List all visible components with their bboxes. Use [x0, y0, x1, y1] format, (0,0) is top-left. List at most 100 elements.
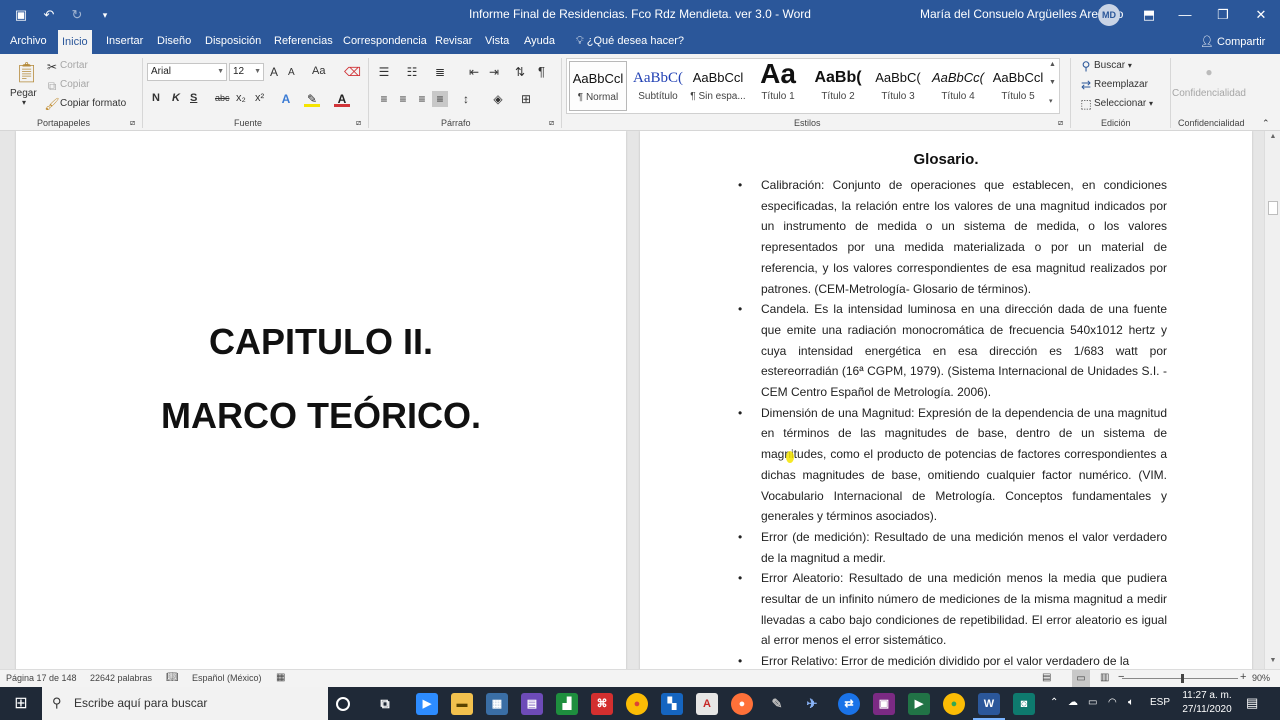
- save-icon[interactable]: ▣: [10, 4, 32, 26]
- clock[interactable]: 11:27 a. m. 27/11/2020: [1176, 689, 1238, 717]
- select-button[interactable]: Seleccionar ▾: [1094, 98, 1153, 109]
- subscript-button[interactable]: x₂: [236, 92, 246, 104]
- grow-font-button[interactable]: A: [270, 65, 278, 79]
- style-heading-3[interactable]: AaBbC(Título 3: [869, 61, 927, 111]
- word-icon[interactable]: W: [978, 693, 1000, 715]
- tab-disposicion[interactable]: Disposición: [201, 30, 265, 54]
- tab-ayuda[interactable]: Ayuda: [520, 30, 559, 54]
- app-icon[interactable]: ▣: [873, 693, 895, 715]
- acrobat-reader-icon[interactable]: A: [696, 693, 718, 715]
- multilevel-list-icon[interactable]: ≣: [432, 64, 448, 80]
- network-icon[interactable]: ◠: [1108, 697, 1117, 708]
- vertical-scrollbar[interactable]: ▲ ▼: [1264, 131, 1280, 669]
- print-layout-icon[interactable]: ▭: [1072, 670, 1090, 687]
- change-case-button[interactable]: Aa: [312, 65, 325, 77]
- zoom-out-button[interactable]: −: [1118, 671, 1124, 683]
- taskbar-search[interactable]: ⚲ Escribe aquí para buscar: [42, 687, 328, 720]
- sort-icon[interactable]: ⇅: [512, 64, 528, 80]
- zoom-app-icon[interactable]: ▶: [416, 693, 438, 715]
- proofing-icon[interactable]: 📖︎: [166, 672, 179, 683]
- onedrive-icon[interactable]: ☁: [1068, 697, 1078, 708]
- minimize-button[interactable]: —: [1166, 0, 1204, 30]
- style-subtitle[interactable]: AaBbC(Subtítulo: [629, 61, 687, 111]
- app-icon[interactable]: ▶: [908, 693, 930, 715]
- tab-vista[interactable]: Vista: [481, 30, 513, 54]
- volume-icon[interactable]: 🔈︎: [1128, 697, 1134, 708]
- accessibility-icon[interactable]: ▦: [276, 672, 285, 683]
- bullets-icon[interactable]: ☰: [376, 64, 392, 80]
- file-explorer-icon[interactable]: ▬: [451, 693, 473, 715]
- style-heading-2[interactable]: AaBb(Título 2: [809, 61, 867, 111]
- user-name[interactable]: María del Consuelo Argüelles Arellano: [920, 7, 1123, 21]
- tab-archivo[interactable]: Archivo: [6, 30, 51, 54]
- language-status[interactable]: Español (México): [192, 673, 262, 683]
- app-icon[interactable]: ⇄: [838, 693, 860, 715]
- tell-me-search[interactable]: 💡︎ ¿Qué desea hacer?: [572, 30, 688, 54]
- font-size-select[interactable]: 12 ▼: [229, 63, 264, 81]
- tab-referencias[interactable]: Referencias: [270, 30, 337, 54]
- app-icon[interactable]: ✈: [801, 693, 823, 715]
- customize-qat-icon[interactable]: ▾: [94, 4, 116, 26]
- shrink-font-button[interactable]: A: [288, 67, 295, 78]
- tab-insertar[interactable]: Insertar: [102, 30, 147, 54]
- chart-app-icon[interactable]: ▟: [556, 693, 578, 715]
- show-formatting-button[interactable]: ¶: [538, 64, 545, 79]
- battery-icon[interactable]: ▭: [1088, 697, 1097, 708]
- increase-indent-icon[interactable]: ⇥: [486, 64, 502, 80]
- calendar-app-icon[interactable]: ▤: [521, 693, 543, 715]
- styles-scroll-up-icon[interactable]: ▲: [1049, 61, 1056, 68]
- clear-formatting-icon[interactable]: ⌫: [344, 64, 361, 80]
- chrome-icon[interactable]: ●: [943, 693, 965, 715]
- bold-button[interactable]: N: [152, 92, 160, 104]
- format-painter-button[interactable]: Copiar formato: [60, 98, 126, 109]
- align-center-icon[interactable]: ≡: [395, 91, 411, 107]
- scroll-down-icon[interactable]: ▼: [1265, 657, 1280, 664]
- styles-more-icon[interactable]: ▾: [1049, 97, 1053, 105]
- app-icon[interactable]: ▦: [486, 693, 508, 715]
- dialog-launcher-icon[interactable]: ⧄: [130, 118, 135, 128]
- justify-icon[interactable]: ≡: [432, 91, 448, 107]
- cortana-icon[interactable]: [336, 697, 350, 711]
- language-indicator[interactable]: ESP: [1150, 697, 1170, 708]
- paste-icon[interactable]: 📋︎: [14, 60, 39, 86]
- borders-icon[interactable]: ⊞: [518, 91, 534, 107]
- replace-button[interactable]: Reemplazar: [1094, 79, 1148, 90]
- confidentiality-button[interactable]: Confidencialidad: [1172, 88, 1246, 99]
- app-icon[interactable]: ▚: [661, 693, 683, 715]
- tab-diseno[interactable]: Diseño: [153, 30, 195, 54]
- page-right[interactable]: Glosario. • Calibración: Conjunto de oper…: [640, 131, 1252, 669]
- style-heading-5[interactable]: AaBbCcl Título 5: [989, 61, 1047, 111]
- tab-inicio[interactable]: Inicio: [58, 30, 92, 54]
- dialog-launcher-icon[interactable]: ⧄: [356, 118, 361, 128]
- page-left[interactable]: CAPITULO II. MARCO TEÓRICO.: [16, 131, 626, 669]
- styles-scroll-down-icon[interactable]: ▼: [1049, 79, 1056, 86]
- zoom-level[interactable]: 90%: [1252, 673, 1270, 683]
- share-button[interactable]: 👤︎ Compartir: [1200, 30, 1265, 54]
- numbering-icon[interactable]: ☷: [404, 64, 420, 80]
- copy-button[interactable]: Copiar: [60, 79, 89, 90]
- font-name-select[interactable]: Arial ▼: [147, 63, 227, 81]
- style-heading-1[interactable]: Aa Título 1: [749, 61, 807, 111]
- windows-start-icon[interactable]: ⊞: [0, 687, 42, 720]
- chrome-icon[interactable]: ●: [626, 693, 648, 715]
- align-right-icon[interactable]: ≡: [414, 91, 430, 107]
- tab-correspondencia[interactable]: Correspondencia: [339, 30, 431, 54]
- style-heading-4[interactable]: AaBbCc(Título 4: [929, 61, 987, 111]
- collapse-ribbon-icon[interactable]: ⌃: [1262, 118, 1270, 129]
- text-effects-icon[interactable]: A: [278, 91, 294, 107]
- word-count[interactable]: 22642 palabras: [90, 673, 152, 683]
- read-mode-icon[interactable]: ▤: [1042, 672, 1051, 683]
- font-color-icon[interactable]: A: [334, 91, 350, 107]
- chevron-down-icon[interactable]: ▾: [22, 98, 26, 107]
- shading-icon[interactable]: ◈: [490, 91, 506, 107]
- underline-button[interactable]: S: [190, 92, 197, 104]
- undo-icon[interactable]: ↶: [38, 4, 60, 26]
- zoom-in-button[interactable]: +: [1240, 671, 1246, 683]
- align-left-icon[interactable]: ≡: [376, 91, 392, 107]
- app-icon[interactable]: ◙: [1013, 693, 1035, 715]
- document-area[interactable]: CAPITULO II. MARCO TEÓRICO. Glosario. • C…: [0, 131, 1264, 669]
- firefox-icon[interactable]: ●: [731, 693, 753, 715]
- avatar[interactable]: MD: [1098, 4, 1120, 26]
- decrease-indent-icon[interactable]: ⇤: [466, 64, 482, 80]
- superscript-button[interactable]: x²: [255, 92, 264, 104]
